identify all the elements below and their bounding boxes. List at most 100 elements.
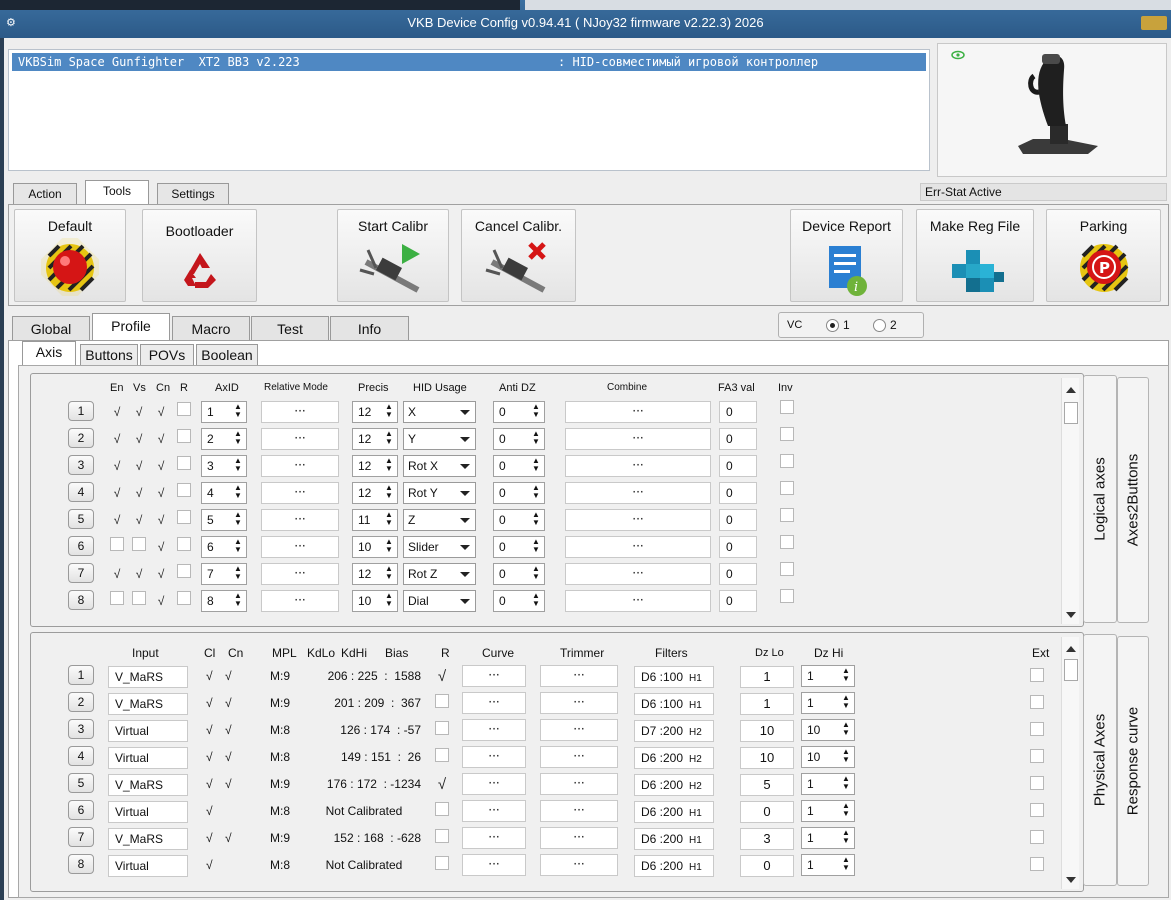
dz-hi-spinner[interactable]: 1 ▲ ▼ [801, 800, 855, 822]
anti-dz-spinner[interactable]: 0 ▲ ▼ [493, 563, 545, 585]
fa3-value-field[interactable]: 0 [719, 563, 757, 585]
combine-button[interactable]: ··· [565, 482, 711, 504]
tab-global[interactable]: Global [12, 316, 90, 340]
checkbox-r[interactable] [177, 564, 191, 578]
physical-axis-number-button[interactable]: 8 [68, 854, 94, 874]
dz-hi-spinner[interactable]: 10 ▲ ▼ [801, 719, 855, 741]
fa3-value-field[interactable]: 0 [719, 509, 757, 531]
combine-button[interactable]: ··· [565, 590, 711, 612]
checkbox-r[interactable] [177, 402, 191, 416]
checkbox-inv[interactable] [780, 535, 794, 549]
relative-mode-button[interactable]: ··· [261, 563, 339, 585]
spinner-arrows-icon[interactable]: ▲ ▼ [530, 565, 542, 583]
axis-number-button[interactable]: 5 [68, 509, 94, 529]
physical-axis-number-button[interactable]: 2 [68, 692, 94, 712]
spinner-arrows-icon[interactable]: ▲ ▼ [840, 802, 852, 820]
device-row-selected[interactable]: VKBSim Space Gunfighter XT2 BB3 v2.223 :… [12, 53, 926, 71]
checkbox-reverse[interactable] [435, 748, 449, 762]
cancel-calibration-button[interactable]: Cancel Calibr. [461, 209, 576, 302]
filters-field[interactable]: D6 :100 H1 [634, 666, 714, 688]
spinner-arrows-icon[interactable]: ▲ ▼ [840, 856, 852, 874]
curve-button[interactable]: ··· [462, 773, 526, 795]
checkbox-inv[interactable] [780, 589, 794, 603]
fa3-value-field[interactable]: 0 [719, 401, 757, 423]
spinner-arrows-icon[interactable]: ▲ ▼ [383, 565, 395, 583]
hid-usage-select[interactable]: Z [403, 509, 476, 531]
checkbox-ext[interactable] [1030, 695, 1044, 709]
checkbox-ext[interactable] [1030, 803, 1044, 817]
axid-spinner[interactable]: 8 ▲ ▼ [201, 590, 247, 612]
checkbox-ext[interactable] [1030, 776, 1044, 790]
axis-number-button[interactable]: 6 [68, 536, 94, 556]
trimmer-button[interactable]: ··· [540, 692, 618, 714]
spinner-arrows-icon[interactable]: ▲ ▼ [530, 484, 542, 502]
hid-usage-select[interactable]: Rot X [403, 455, 476, 477]
precision-spinner[interactable]: 12 ▲ ▼ [352, 563, 398, 585]
axid-spinner[interactable]: 3 ▲ ▼ [201, 455, 247, 477]
tab-buttons[interactable]: Buttons [80, 344, 138, 366]
filters-field[interactable]: D6 :200 H2 [634, 774, 714, 796]
fa3-value-field[interactable]: 0 [719, 590, 757, 612]
device-list[interactable]: VKBSim Space Gunfighter XT2 BB3 v2.223 :… [8, 49, 930, 171]
checkbox-inv[interactable] [780, 427, 794, 441]
dz-lo-field[interactable]: 10 [740, 747, 794, 769]
anti-dz-spinner[interactable]: 0 ▲ ▼ [493, 509, 545, 531]
checkbox-cn[interactable]: √ [154, 591, 168, 608]
spinner-arrows-icon[interactable]: ▲ ▼ [383, 403, 395, 421]
trimmer-button[interactable]: ··· [540, 800, 618, 822]
checkbox-vs[interactable]: √ [132, 564, 146, 581]
spinner-arrows-icon[interactable]: ▲ ▼ [840, 721, 852, 739]
hid-usage-select[interactable]: Y [403, 428, 476, 450]
tab-profile[interactable]: Profile [92, 313, 170, 341]
tab-tools[interactable]: Tools [85, 180, 149, 206]
dz-lo-field[interactable]: 1 [740, 693, 794, 715]
hid-usage-select[interactable]: Slider [403, 536, 476, 558]
tab-response-curve[interactable]: Response curve [1117, 636, 1149, 886]
curve-button[interactable]: ··· [462, 800, 526, 822]
checkbox-ext[interactable] [1030, 722, 1044, 736]
axid-spinner[interactable]: 5 ▲ ▼ [201, 509, 247, 531]
checkbox-vs[interactable]: √ [132, 456, 146, 473]
tab-axes2buttons[interactable]: Axes2Buttons [1117, 377, 1149, 623]
axis-number-button[interactable]: 3 [68, 455, 94, 475]
checkbox-r[interactable] [177, 510, 191, 524]
relative-mode-button[interactable]: ··· [261, 455, 339, 477]
anti-dz-spinner[interactable]: 0 ▲ ▼ [493, 401, 545, 423]
combine-button[interactable]: ··· [565, 455, 711, 477]
scroll-up-icon[interactable] [1066, 387, 1076, 393]
axid-spinner[interactable]: 4 ▲ ▼ [201, 482, 247, 504]
scroll-thumb[interactable] [1064, 402, 1078, 424]
spinner-arrows-icon[interactable]: ▲ ▼ [232, 457, 244, 475]
checkbox-reverse[interactable] [435, 856, 449, 870]
parking-button[interactable]: Parking P [1046, 209, 1161, 302]
window-control-button[interactable] [1141, 16, 1167, 30]
spinner-arrows-icon[interactable]: ▲ ▼ [383, 430, 395, 448]
trimmer-button[interactable]: ··· [540, 773, 618, 795]
axid-spinner[interactable]: 7 ▲ ▼ [201, 563, 247, 585]
tab-action[interactable]: Action [13, 183, 77, 205]
dz-lo-field[interactable]: 10 [740, 720, 794, 742]
axid-spinner[interactable]: 6 ▲ ▼ [201, 536, 247, 558]
spinner-arrows-icon[interactable]: ▲ ▼ [383, 511, 395, 529]
checkbox-cn[interactable]: √ [154, 456, 168, 473]
checkbox-cn[interactable]: √ [154, 510, 168, 527]
physical-axis-number-button[interactable]: 7 [68, 827, 94, 847]
precision-spinner[interactable]: 12 ▲ ▼ [352, 428, 398, 450]
physical-axis-number-button[interactable]: 4 [68, 746, 94, 766]
input-field[interactable]: V_MaRS [108, 828, 188, 850]
spinner-arrows-icon[interactable]: ▲ ▼ [840, 667, 852, 685]
spinner-arrows-icon[interactable]: ▲ ▼ [530, 592, 542, 610]
precision-spinner[interactable]: 10 ▲ ▼ [352, 536, 398, 558]
checkbox-cn[interactable]: √ [154, 483, 168, 500]
hid-usage-select[interactable]: X [403, 401, 476, 423]
dz-hi-spinner[interactable]: 1 ▲ ▼ [801, 854, 855, 876]
spinner-arrows-icon[interactable]: ▲ ▼ [383, 592, 395, 610]
spinner-arrows-icon[interactable]: ▲ ▼ [232, 538, 244, 556]
spinner-arrows-icon[interactable]: ▲ ▼ [840, 775, 852, 793]
axis-number-button[interactable]: 8 [68, 590, 94, 610]
input-field[interactable]: V_MaRS [108, 666, 188, 688]
checkbox-ext[interactable] [1030, 830, 1044, 844]
checkbox-vs[interactable] [132, 537, 146, 551]
checkbox-vs[interactable]: √ [132, 510, 146, 527]
precision-spinner[interactable]: 12 ▲ ▼ [352, 401, 398, 423]
